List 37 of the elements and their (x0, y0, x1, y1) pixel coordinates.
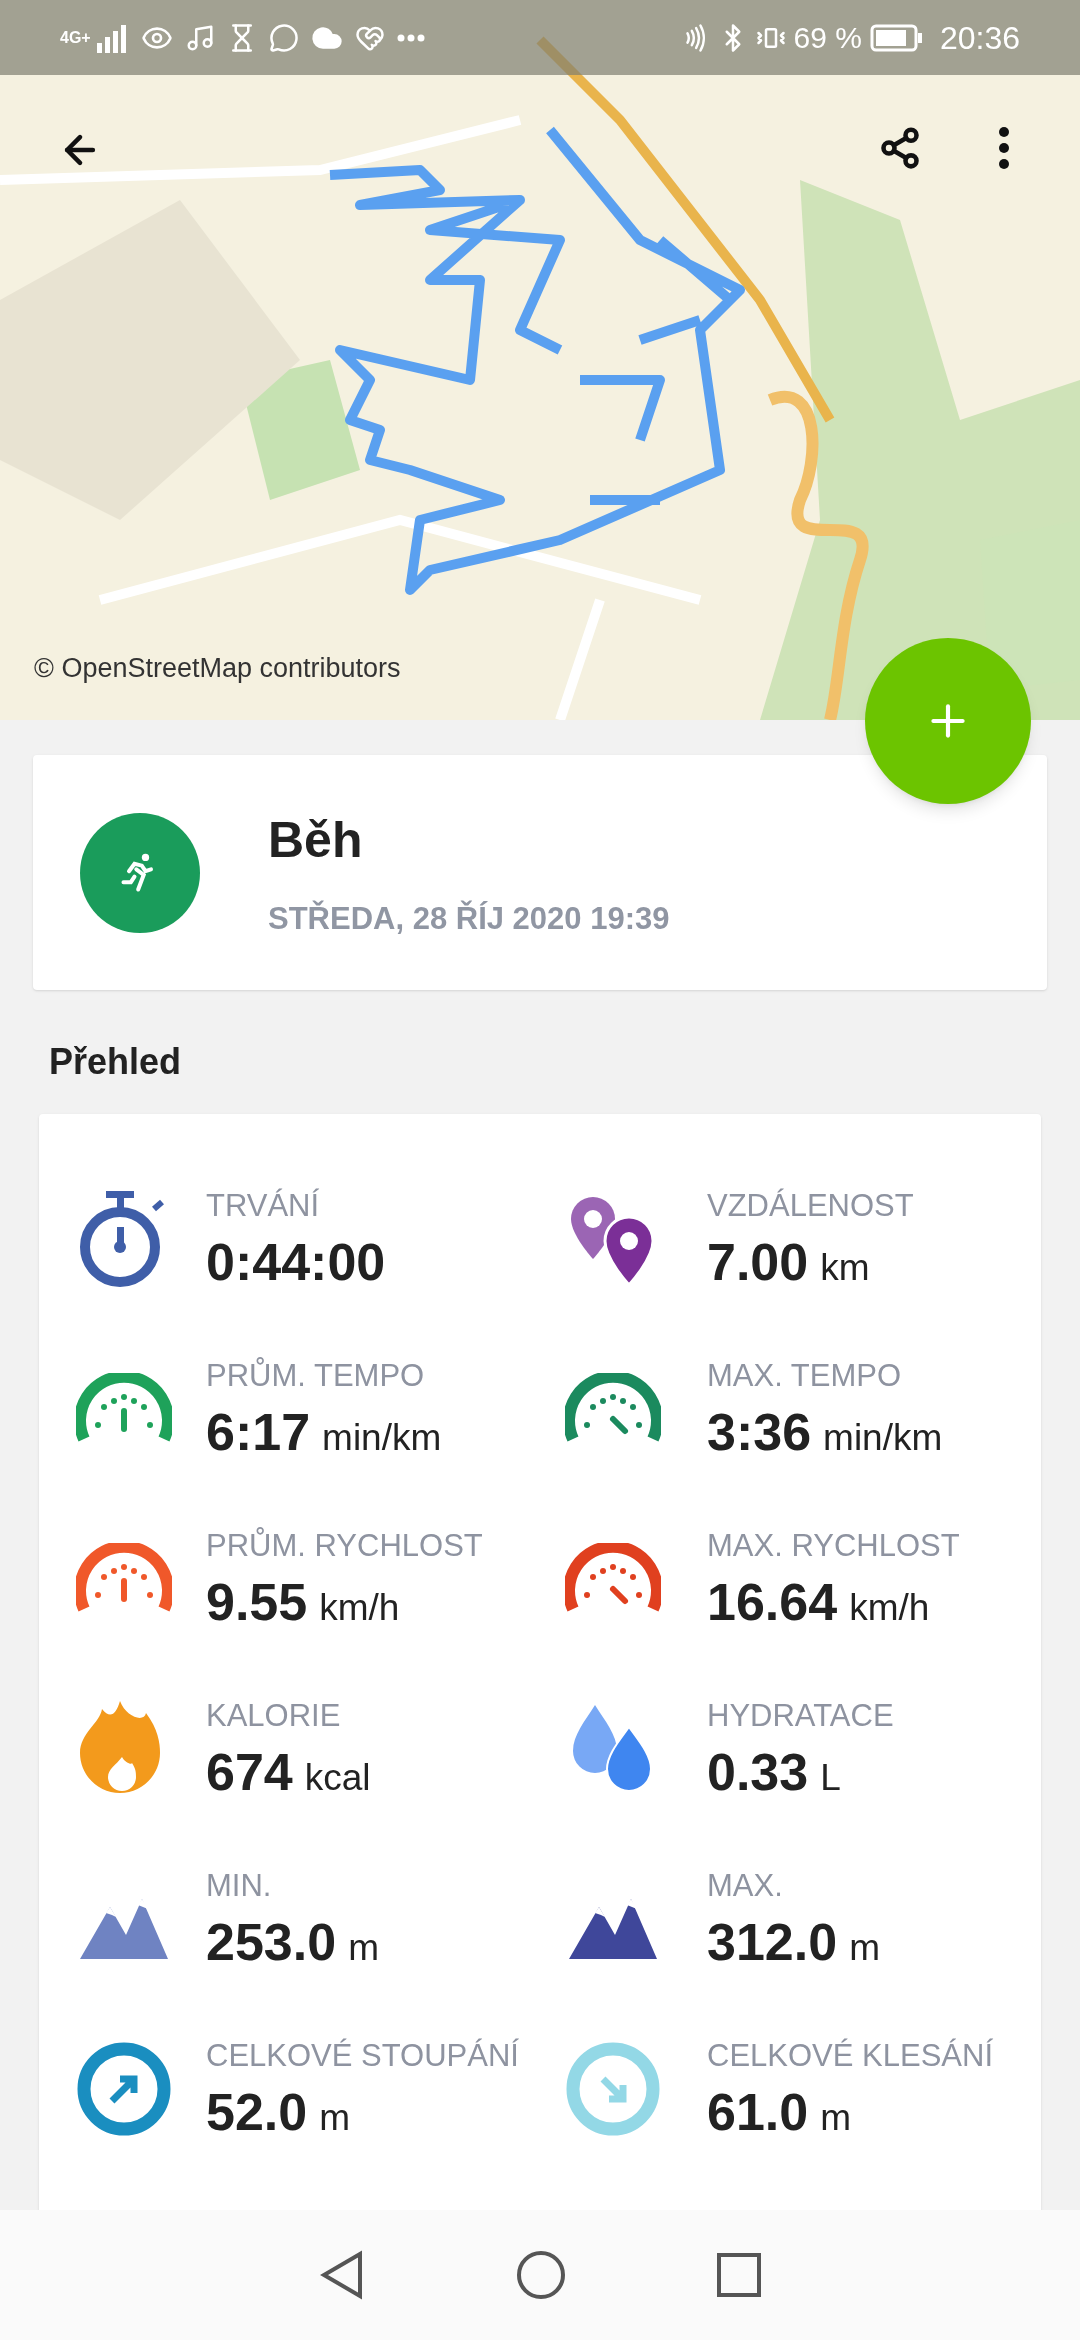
stat-label: CELKOVÉ STOUPÁNÍ (206, 2037, 519, 2076)
share-icon (878, 126, 922, 170)
network-type: 4G+ (60, 27, 91, 48)
more-notifications-icon (396, 33, 425, 42)
clock: 20:36 (939, 18, 1020, 58)
stat-value: 674 kcal (206, 1741, 371, 1803)
stat-value: 9.55 km/h (206, 1571, 401, 1633)
stat-label: TRVÁNÍ (206, 1187, 321, 1226)
stat-value: 7.00 km (707, 1231, 871, 1293)
stat-label: MIN. (206, 1867, 273, 1906)
stat-label: MAX. RYCHLOST (707, 1527, 960, 1566)
stat-value: 253.0 m (206, 1911, 379, 1973)
signal-icon (94, 22, 129, 53)
stat-value: 52.0 m (206, 2081, 352, 2143)
more-icon (998, 126, 1010, 170)
stat-value: 3:36 min/km (707, 1401, 943, 1463)
home-nav-icon[interactable] (516, 2250, 566, 2300)
stat-label: PRŮM. RYCHLOST (206, 1526, 483, 1566)
battery-percent: 69 % (793, 20, 862, 56)
stat-value: 312.0 m (707, 1911, 880, 1973)
stat-label: HYDRATACE (707, 1697, 894, 1736)
stat-value: 16.64 km/h (707, 1571, 931, 1633)
stat-label: CELKOVÉ KLESÁNÍ (707, 2037, 993, 2076)
stat-label: PRŮM. TEMPO (206, 1356, 426, 1396)
stat-label: MAX. TEMPO (707, 1357, 903, 1396)
stat-label: KALORIE (206, 1697, 342, 1736)
recents-nav-icon[interactable] (716, 2252, 762, 2298)
stat-label: MAX. (707, 1867, 784, 1906)
activity-title: Běh (268, 810, 364, 870)
activity-date: STŘEDA, 28 ŘÍJ 2020 19:39 (268, 899, 670, 938)
stat-value: 6:17 min/km (206, 1401, 442, 1463)
section-heading: Přehled (49, 1040, 183, 1084)
battery-icon (869, 23, 924, 52)
stat-value: 61.0 m (707, 2081, 853, 2143)
stat-value: 0:44:00 (206, 1231, 386, 1293)
stat-label: VZDÁLENOST (707, 1187, 914, 1226)
stat-value: 0.33 L (707, 1741, 842, 1803)
